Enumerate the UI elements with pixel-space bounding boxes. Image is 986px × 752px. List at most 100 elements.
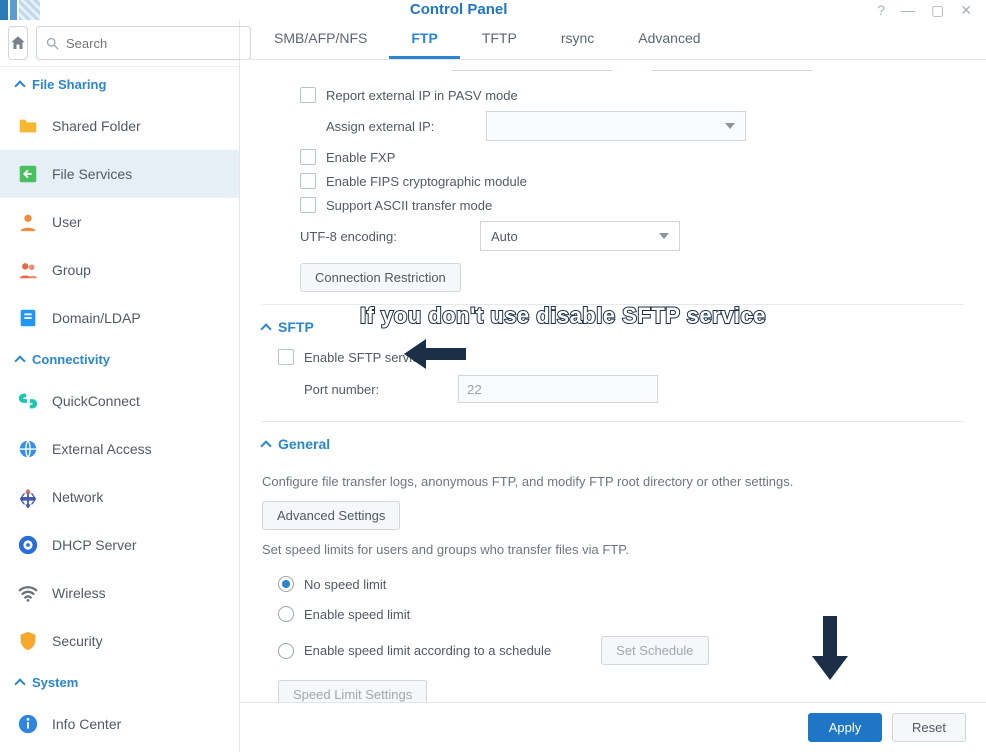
sidebar-item-security[interactable]: Security — [0, 617, 239, 665]
chevron-up-icon — [14, 355, 25, 366]
user-icon — [16, 210, 40, 234]
label-assign-ext-ip: Assign external IP: — [326, 119, 486, 134]
network-icon — [16, 485, 40, 509]
section-connectivity[interactable]: Connectivity — [0, 342, 239, 377]
external-access-icon — [16, 437, 40, 461]
title-bar: Control Panel ? — ▢ ✕ — [0, 0, 986, 20]
radio-no-speed-limit[interactable] — [278, 576, 294, 592]
sidebar-item-label: QuickConnect — [52, 393, 140, 409]
window-title: Control Panel — [40, 0, 877, 20]
maximize-icon[interactable]: ▢ — [931, 2, 944, 19]
minimize-icon[interactable]: — — [901, 2, 915, 18]
sidebar-item-info-center[interactable]: Info Center — [0, 700, 239, 748]
label-port-number: Port number: — [304, 382, 458, 397]
section-file-sharing[interactable]: File Sharing — [0, 67, 239, 102]
radio-enable-speed-limit[interactable] — [278, 606, 294, 622]
tabs: SMB/AFP/NFS FTP TFTP rsync Advanced — [240, 20, 986, 60]
select-utf8[interactable]: Auto — [480, 221, 680, 251]
wireless-icon — [16, 581, 40, 605]
chevron-up-icon — [14, 678, 25, 689]
section-system[interactable]: System — [0, 665, 239, 700]
checkbox-report-ext-ip[interactable] — [300, 87, 316, 103]
sidebar-item-group[interactable]: Group — [0, 246, 239, 294]
close-icon[interactable]: ✕ — [960, 2, 972, 19]
sidebar-item-label: File Services — [52, 166, 132, 182]
sidebar-item-label: Network — [52, 489, 103, 505]
label-enable-speed-limit: Enable speed limit — [304, 607, 410, 622]
select-assign-ext-ip[interactable] — [486, 111, 746, 141]
tab-advanced[interactable]: Advanced — [616, 20, 722, 59]
input-port-number[interactable] — [458, 375, 658, 403]
sidebar-item-label: DHCP Server — [52, 537, 137, 553]
label-support-ascii: Support ASCII transfer mode — [326, 198, 492, 213]
label-enable-fxp: Enable FXP — [326, 150, 395, 165]
help-icon[interactable]: ? — [877, 2, 885, 18]
sidebar-item-label: Info Center — [52, 716, 121, 732]
speed-description: Set speed limits for users and groups wh… — [262, 542, 964, 557]
section-heading-text: General — [278, 436, 330, 452]
folder-icon — [16, 114, 40, 138]
label-report-ext-ip: Report external IP in PASV mode — [326, 88, 518, 103]
chevron-down-icon — [725, 123, 735, 129]
dhcp-icon — [16, 533, 40, 557]
advanced-settings-button[interactable]: Advanced Settings — [262, 501, 400, 530]
checkbox-enable-fips[interactable] — [300, 173, 316, 189]
home-icon — [9, 34, 27, 52]
section-general[interactable]: General — [262, 421, 964, 462]
chevron-up-icon — [260, 440, 271, 451]
label-enable-fips: Enable FIPS cryptographic module — [326, 174, 527, 189]
tab-ftp[interactable]: FTP — [389, 20, 459, 59]
sidebar-item-external-access[interactable]: External Access — [0, 425, 239, 473]
sidebar-item-domain-ldap[interactable]: Domain/LDAP — [0, 294, 239, 342]
reset-button[interactable]: Reset — [892, 713, 966, 742]
sidebar-item-label: User — [52, 214, 82, 230]
shield-icon — [16, 629, 40, 653]
sidebar-item-shared-folder[interactable]: Shared Folder — [0, 102, 239, 150]
group-icon — [16, 258, 40, 282]
sidebar-item-label: Shared Folder — [52, 118, 141, 134]
section-label: System — [32, 675, 78, 690]
sidebar-item-wireless[interactable]: Wireless — [0, 569, 239, 617]
domain-icon — [16, 306, 40, 330]
file-services-icon — [16, 162, 40, 186]
label-no-speed-limit: No speed limit — [304, 577, 386, 592]
chevron-down-icon — [659, 233, 669, 239]
annotation-arrow-left-icon — [410, 343, 466, 365]
label-schedule-speed-limit: Enable speed limit according to a schedu… — [304, 643, 551, 658]
search-icon — [45, 36, 60, 51]
tab-rsync[interactable]: rsync — [539, 20, 616, 59]
label-utf8: UTF-8 encoding: — [300, 229, 480, 244]
sidebar-item-file-services[interactable]: File Services — [0, 150, 239, 198]
sidebar-item-user[interactable]: User — [0, 198, 239, 246]
section-heading-text: SFTP — [278, 319, 314, 335]
sidebar-item-label: Wireless — [52, 585, 106, 601]
app-icon — [0, 0, 40, 20]
checkbox-enable-sftp[interactable] — [278, 349, 294, 365]
annotation-arrow-down-icon — [816, 616, 844, 680]
set-schedule-button[interactable]: Set Schedule — [601, 636, 708, 665]
search-box[interactable] — [36, 26, 251, 60]
sidebar-item-label: Group — [52, 262, 91, 278]
quickconnect-icon — [16, 389, 40, 413]
tab-tftp[interactable]: TFTP — [460, 20, 539, 59]
connection-restriction-button[interactable]: Connection Restriction — [300, 263, 461, 292]
sidebar-item-dhcp-server[interactable]: DHCP Server — [0, 521, 239, 569]
checkbox-enable-fxp[interactable] — [300, 149, 316, 165]
section-label: Connectivity — [32, 352, 110, 367]
search-input[interactable] — [66, 36, 242, 51]
home-button[interactable] — [8, 26, 28, 60]
sidebar-item-label: Domain/LDAP — [52, 310, 141, 326]
sidebar-item-quickconnect[interactable]: QuickConnect — [0, 377, 239, 425]
speed-limit-settings-button[interactable]: Speed Limit Settings — [278, 680, 427, 702]
chevron-up-icon — [14, 80, 25, 91]
tab-smb-afp-nfs[interactable]: SMB/AFP/NFS — [252, 20, 389, 59]
apply-button[interactable]: Apply — [808, 713, 882, 742]
select-utf8-value: Auto — [491, 229, 518, 244]
sidebar-item-label: External Access — [52, 441, 152, 457]
sidebar-item-label: Security — [52, 633, 103, 649]
general-description: Configure file transfer logs, anonymous … — [262, 474, 964, 489]
info-icon — [16, 712, 40, 736]
sidebar-item-network[interactable]: Network — [0, 473, 239, 521]
radio-schedule-speed-limit[interactable] — [278, 643, 294, 659]
checkbox-support-ascii[interactable] — [300, 197, 316, 213]
